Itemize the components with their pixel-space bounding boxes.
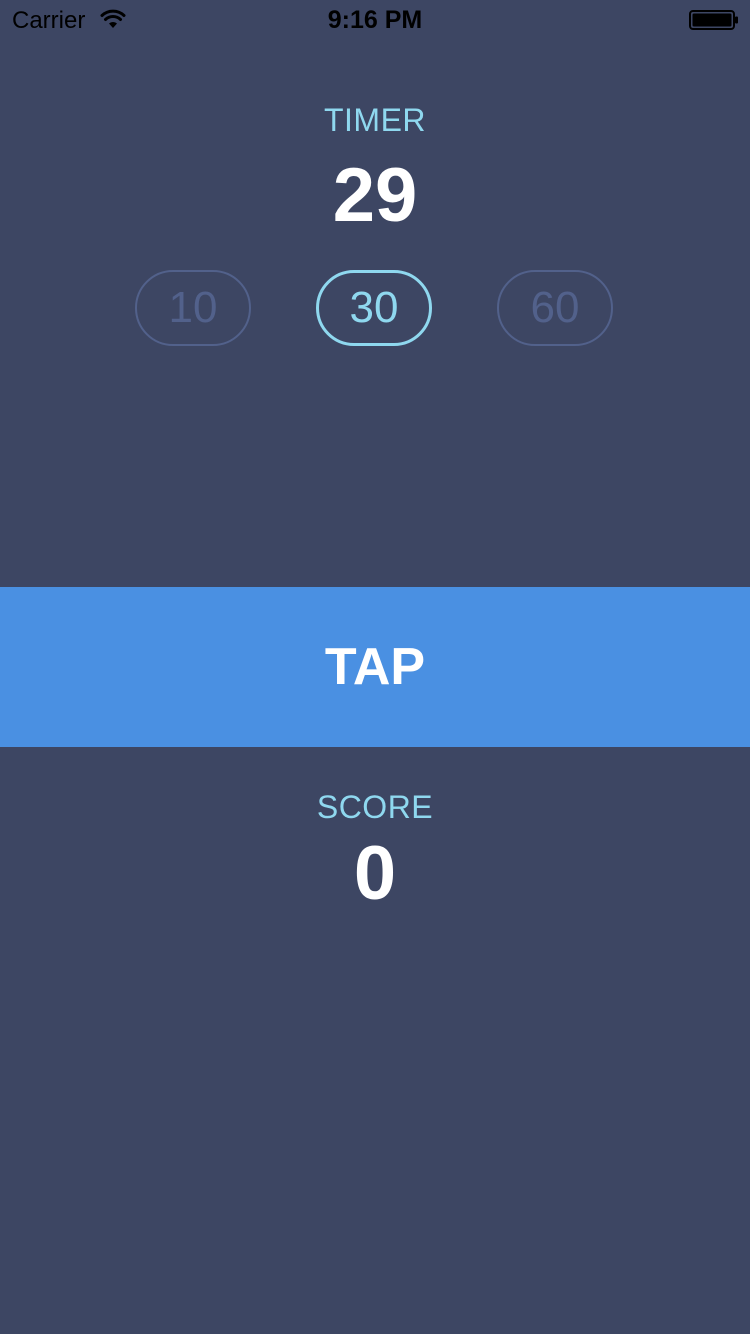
timer-value: 29	[332, 153, 418, 238]
duration-option-30[interactable]: 30	[316, 270, 432, 346]
duration-option-10[interactable]: 10	[135, 270, 251, 346]
tap-button[interactable]: TAP	[0, 587, 750, 747]
score-label: SCORE	[316, 789, 434, 825]
score-value: 0	[353, 831, 397, 916]
battery-icon	[689, 10, 738, 30]
duration-option-60[interactable]: 60	[497, 270, 613, 346]
timer-label: TIMER	[323, 102, 427, 138]
status-time: 9:16 PM	[327, 6, 423, 34]
status-bar: Carrier 9:16 PM	[0, 0, 750, 40]
